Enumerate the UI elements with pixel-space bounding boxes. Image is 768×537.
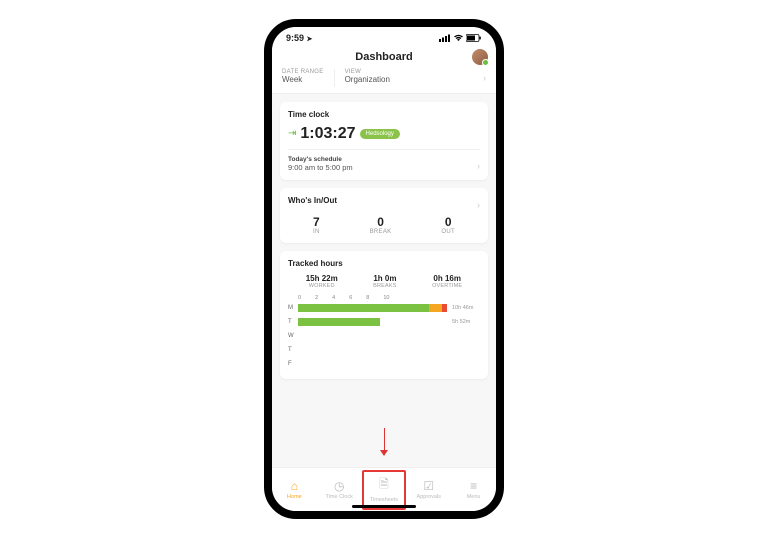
stat-in: 7 IN (313, 215, 320, 235)
who-card[interactable]: Who's In/Out › 7 IN 0 BREAK 0 OUT (280, 188, 488, 243)
bar-row-m: M 10h 46m (288, 301, 480, 315)
bar-row-t2: T (288, 343, 480, 357)
bar-row-w: W (288, 329, 480, 343)
schedule-row[interactable]: Today's schedule 9:00 am to 5:00 pm › (288, 156, 480, 172)
wifi-icon (453, 34, 464, 42)
tab-menu[interactable]: ≡ Menu (453, 479, 495, 500)
tab-home[interactable]: ⌂ Home (273, 479, 315, 500)
tracked-worked: 15h 22m WORKED (306, 274, 338, 289)
tab-time-clock[interactable]: ◷ Time Clock (318, 479, 360, 500)
time-clock-title: Time clock (288, 110, 480, 119)
status-time: 9:59 ➤ (286, 33, 312, 43)
cellular-icon (439, 34, 451, 42)
filter-bar[interactable]: DATE RANGE Week VIEW Organization › (282, 69, 486, 87)
avatar[interactable] (472, 49, 488, 65)
view-filter[interactable]: VIEW Organization (345, 69, 390, 84)
clock-duration: 1:03:27 (300, 125, 355, 143)
project-badge[interactable]: Hedsology (360, 129, 400, 139)
time-clock-card: Time clock ⇥ 1:03:27 Hedsology Today's s… (280, 102, 488, 180)
phone-frame: 9:59 ➤ Dashboard DATE RANGE Week VIEW Or… (264, 19, 504, 519)
location-icon: ➤ (307, 36, 313, 43)
shield-icon: ☑ (423, 479, 434, 493)
status-indicators (439, 34, 482, 42)
tab-timesheets[interactable]: 🗎 Timesheets (363, 475, 405, 503)
home-indicator (352, 505, 416, 508)
clock-icon: ◷ (334, 479, 344, 493)
home-icon: ⌂ (291, 479, 298, 493)
page-title: Dashboard (282, 51, 486, 63)
bar-row-f: F (288, 357, 480, 371)
who-title: Who's In/Out (288, 196, 337, 205)
clock-row[interactable]: ⇥ 1:03:27 Hedsology (288, 125, 480, 150)
status-bar: 9:59 ➤ (272, 27, 496, 49)
chevron-right-icon: › (477, 161, 480, 171)
tab-bar: ⌂ Home ◷ Time Clock 🗎 Timesheets ☑ Appro… (272, 467, 496, 511)
chart-body: M 10h 46m T 5h 52m (288, 301, 480, 371)
clock-in-icon: ⇥ (288, 128, 296, 139)
chevron-right-icon: › (477, 200, 480, 210)
divider (334, 69, 335, 87)
chevron-right-icon: › (483, 73, 486, 83)
stat-out: 0 OUT (441, 215, 455, 235)
date-range-filter[interactable]: DATE RANGE Week (282, 69, 324, 84)
tracked-overtime: 0h 16m OVERTIME (432, 274, 462, 289)
stat-break: 0 BREAK (370, 215, 392, 235)
battery-icon (466, 34, 482, 42)
tab-approvals[interactable]: ☑ Approvals (408, 479, 450, 500)
timesheet-icon: 🗎 (379, 475, 389, 496)
header: Dashboard DATE RANGE Week VIEW Organizat… (272, 49, 496, 94)
menu-icon: ≡ (470, 479, 477, 493)
tracked-breaks: 1h 0m BREAKS (373, 274, 397, 289)
tracked-title: Tracked hours (288, 259, 480, 268)
bar-row-t1: T 5h 52m (288, 315, 480, 329)
content: Time clock ⇥ 1:03:27 Hedsology Today's s… (272, 94, 496, 467)
tracked-card: Tracked hours 15h 22m WORKED 1h 0m BREAK… (280, 251, 488, 379)
